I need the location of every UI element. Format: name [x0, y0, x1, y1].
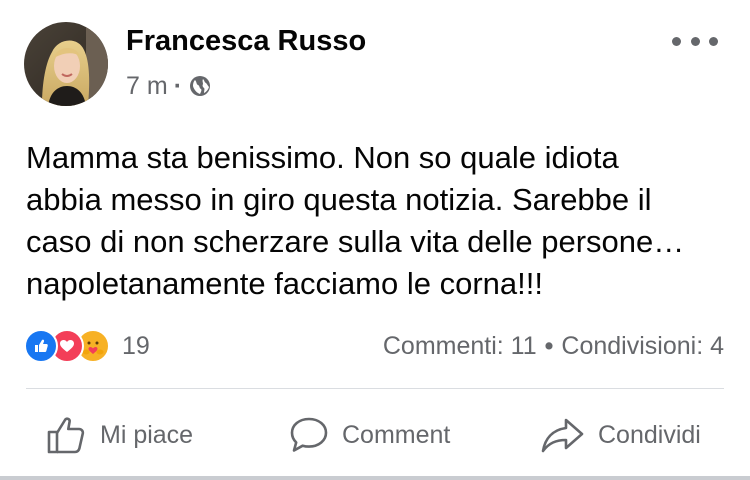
like-icon — [24, 329, 58, 363]
facebook-post: Francesca Russo 7 m · Mamma sta benissim… — [0, 0, 750, 480]
comments-count[interactable]: Commenti: 11 — [383, 332, 537, 361]
author-name[interactable]: Francesca Russo — [126, 25, 366, 58]
post-meta: 7 m · — [126, 70, 212, 102]
post-text-line: Mamma sta benissimo. Non so quale idiota — [26, 140, 619, 175]
comment-label: Comment — [342, 420, 451, 449]
share-icon — [541, 418, 584, 453]
like-button[interactable]: Mi piace — [46, 410, 193, 460]
share-label: Condividi — [598, 420, 701, 449]
post-separator-bar — [0, 476, 750, 480]
post-text: Mamma sta benissimo. Non so quale idiota… — [26, 137, 726, 305]
post-time[interactable]: 7 m — [126, 72, 168, 101]
reaction-count: 19 — [122, 331, 150, 360]
post-text-line: abbia messo in giro questa notizia. Sare… — [26, 182, 652, 217]
comment-icon — [290, 417, 328, 452]
shares-count[interactable]: Condivisioni: 4 — [561, 332, 724, 361]
engagement-stats: Commenti: 11 • Condivisioni: 4 — [383, 330, 724, 362]
divider — [26, 388, 724, 389]
more-options-button[interactable] — [672, 30, 718, 52]
comment-button[interactable]: Comment — [288, 410, 450, 460]
avatar-image — [24, 22, 108, 106]
like-label: Mi piace — [100, 420, 194, 449]
share-button[interactable]: Condividi — [540, 410, 701, 460]
avatar[interactable] — [24, 22, 108, 106]
reactions-summary[interactable]: 19 — [24, 329, 150, 363]
post-text-line: caso di non scherzare sulla vita delle p… — [26, 224, 685, 259]
post-text-line: napoletanamente facciamo le corna!!! — [26, 266, 543, 301]
thumbs-up-icon — [47, 417, 85, 454]
meta-separator: · — [173, 71, 183, 100]
stats-separator: • — [544, 331, 554, 360]
globe-icon[interactable] — [188, 74, 212, 98]
more-horizontal-icon — [672, 36, 681, 46]
